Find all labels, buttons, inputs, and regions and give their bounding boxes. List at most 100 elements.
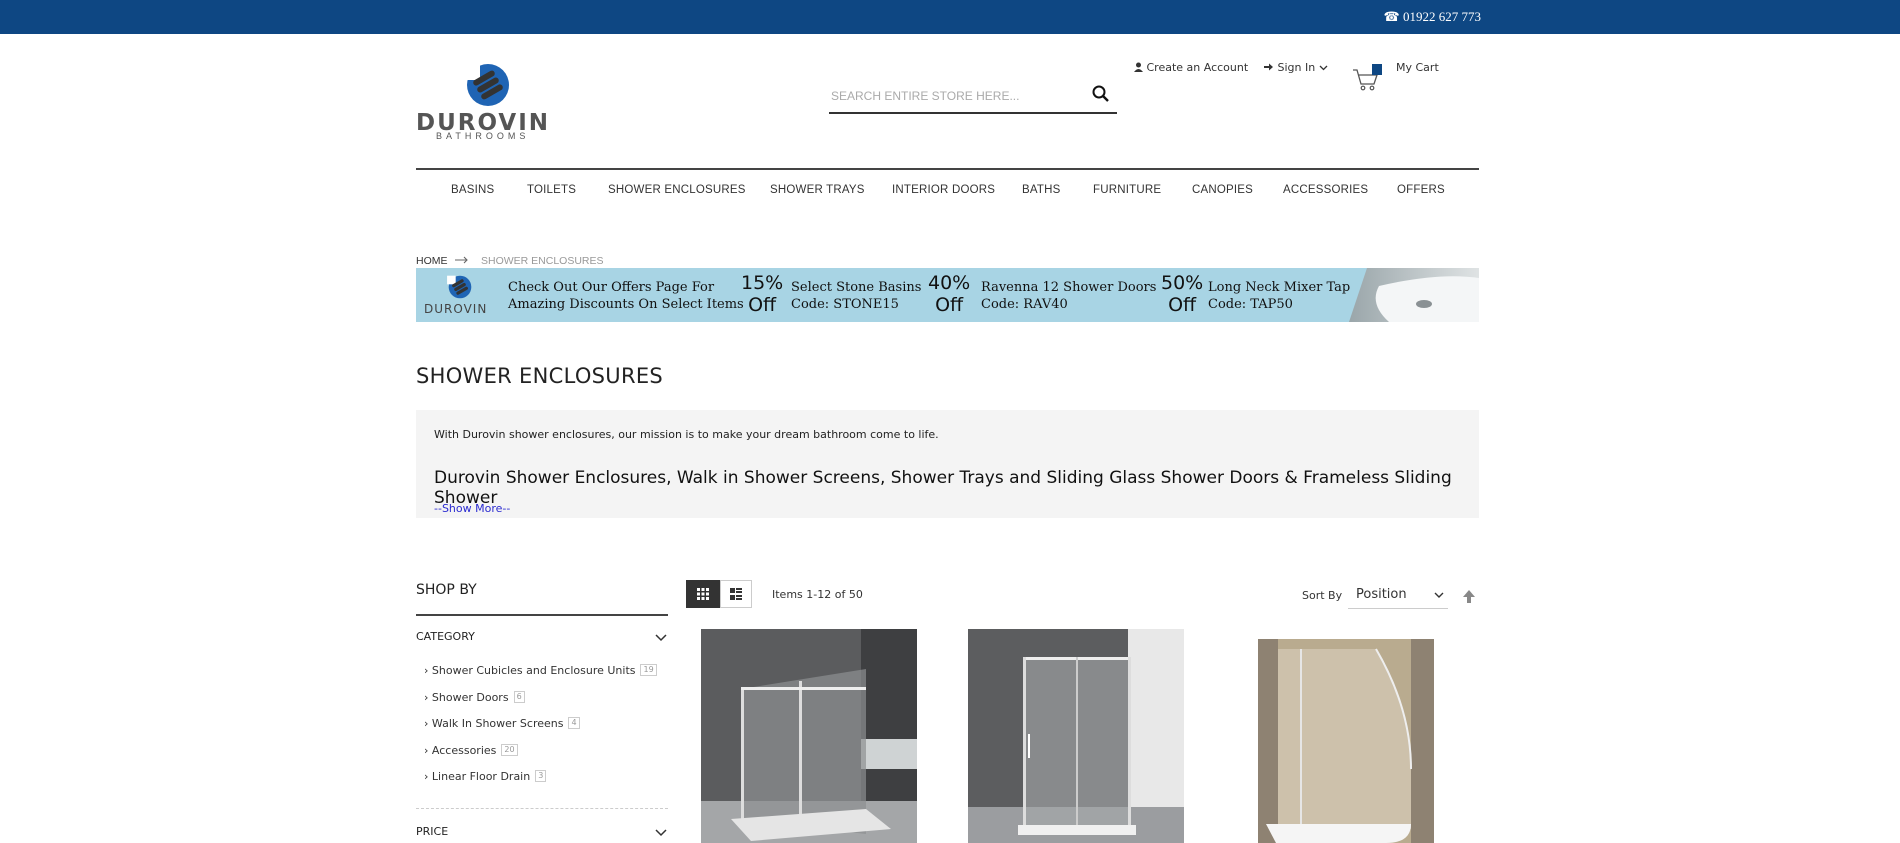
nav-item-baths[interactable]: BATHS	[1022, 184, 1061, 196]
nav-item-offers[interactable]: OFFERS	[1397, 184, 1445, 196]
search-input[interactable]	[829, 84, 1083, 108]
shop-by-divider	[416, 614, 668, 616]
offer-2-item: Ravenna 12 Shower Doors	[981, 280, 1157, 295]
phone-number[interactable]: ☎ 01922 627 773	[1384, 9, 1481, 25]
nav-item-toilets[interactable]: TOILETS	[527, 184, 576, 196]
main-nav: BASINS TOILETS SHOWER ENCLOSURES SHOWER …	[416, 184, 1479, 204]
sort-value: Position	[1356, 587, 1407, 602]
offer-2-badge: 40% Off	[928, 272, 970, 316]
category-count: 20	[501, 744, 518, 756]
offer-2-off: Off	[935, 294, 964, 316]
logo-sub-text: BATHROOMS	[436, 131, 530, 141]
show-more-link[interactable]: --Show More--	[434, 502, 510, 515]
chevron-down-icon[interactable]	[655, 634, 667, 642]
banner-logo: DUROVIN	[424, 272, 494, 318]
grid-view-button[interactable]	[686, 580, 720, 608]
logo-mark-icon	[464, 64, 509, 106]
page-title: SHOWER ENCLOSURES	[416, 364, 664, 388]
category-filter-title[interactable]: CATEGORY	[416, 630, 475, 643]
description-intro: With Durovin shower enclosures, our miss…	[434, 428, 939, 441]
category-label: Accessories	[431, 744, 497, 757]
cart-label[interactable]: My Cart	[1396, 61, 1439, 74]
category-label: Linear Floor Drain	[431, 770, 531, 783]
product-image[interactable]	[701, 629, 917, 843]
nav-item-canopies[interactable]: CANOPIES	[1192, 184, 1253, 196]
chevron-right-icon: ›	[424, 691, 429, 704]
category-item[interactable]: › Shower Cubicles and Enclosure Units 19	[424, 664, 657, 677]
arrow-right-icon	[455, 256, 468, 264]
banner-logo-text: DUROVIN	[424, 302, 488, 316]
chevron-right-icon: ›	[424, 770, 429, 783]
category-count: 6	[513, 691, 525, 703]
offer-3-item: Long Neck Mixer Tap	[1208, 280, 1351, 295]
search-bar	[829, 78, 1117, 114]
category-label: Shower Doors	[431, 691, 509, 704]
sort-direction-icon[interactable]	[1462, 588, 1476, 604]
offer-3-badge: 50% Off	[1161, 272, 1203, 316]
offer-1-badge: 15% Off	[741, 272, 783, 316]
offer-1-item: Select Stone Basins	[791, 280, 922, 295]
sort-select[interactable]: Position	[1348, 582, 1448, 609]
chevron-right-icon: ›	[424, 744, 429, 757]
logo-mark-icon	[447, 275, 472, 299]
list-view-button[interactable]	[720, 580, 752, 608]
sink-image	[1349, 268, 1479, 322]
offer-3-code: Code: TAP50	[1208, 297, 1293, 312]
product-image[interactable]	[1236, 629, 1452, 843]
nav-item-furniture[interactable]: FURNITURE	[1093, 184, 1161, 196]
shower-enclosure-image	[701, 629, 917, 843]
user-icon	[1134, 62, 1143, 72]
offer-1-code: Code: STONE15	[791, 297, 899, 312]
category-item[interactable]: › Accessories 20	[424, 744, 518, 757]
offer-3-text: Long Neck Mixer Tap Code: TAP50	[1208, 279, 1350, 313]
offer-3-off: Off	[1168, 294, 1197, 316]
chevron-down-icon[interactable]	[655, 829, 667, 837]
site-logo[interactable]: DUROVIN BATHROOMS	[416, 60, 566, 142]
promo-banner[interactable]: DUROVIN Check Out Our Offers Page For Am…	[416, 268, 1479, 322]
nav-item-interior-doors[interactable]: INTERIOR DOORS	[892, 184, 995, 196]
shower-enclosure-image	[968, 629, 1184, 843]
category-item[interactable]: › Linear Floor Drain 3	[424, 770, 547, 783]
list-icon	[730, 588, 742, 600]
offer-2-percent: 40%	[928, 272, 971, 294]
description-heading: Durovin Shower Enclosures, Walk in Showe…	[434, 468, 1452, 508]
category-item[interactable]: › Walk In Shower Screens 4	[424, 717, 580, 730]
sign-in-icon	[1264, 63, 1273, 71]
nav-item-shower-enclosures[interactable]: SHOWER ENCLOSURES	[608, 184, 746, 196]
shower-enclosure-image	[1236, 629, 1452, 843]
create-account-label: Create an Account	[1146, 61, 1249, 74]
sign-in-label: Sign In	[1277, 61, 1316, 74]
offer-2-code: Code: RAV40	[981, 297, 1068, 312]
offer-1-off: Off	[748, 294, 777, 316]
nav-divider	[416, 168, 1479, 170]
product-image[interactable]	[968, 629, 1184, 843]
search-icon[interactable]	[1091, 84, 1111, 104]
create-account-link[interactable]: Create an Account	[1134, 61, 1248, 74]
breadcrumb-home[interactable]: HOME	[416, 255, 448, 267]
offer-1-text: Select Stone Basins Code: STONE15	[791, 279, 921, 313]
nav-item-accessories[interactable]: ACCESSORIES	[1283, 184, 1368, 196]
category-label: Walk In Shower Screens	[431, 717, 564, 730]
grid-icon	[697, 588, 709, 600]
banner-message-line2: Amazing Discounts On Select Items	[508, 297, 744, 312]
chevron-down-icon	[1434, 592, 1444, 598]
offer-2-text: Ravenna 12 Shower Doors Code: RAV40	[981, 279, 1156, 313]
nav-item-basins[interactable]: BASINS	[451, 184, 494, 196]
category-label: Shower Cubicles and Enclosure Units	[431, 664, 636, 677]
nav-item-shower-trays[interactable]: SHOWER TRAYS	[770, 184, 865, 196]
chevron-right-icon: ›	[424, 717, 429, 730]
price-filter-title[interactable]: PRICE	[416, 825, 448, 838]
items-count: Items 1-12 of 50	[772, 588, 863, 601]
category-count: 4	[568, 717, 580, 729]
cart-icon[interactable]	[1352, 62, 1382, 92]
sort-by-label: Sort By	[1302, 589, 1343, 602]
category-count: 3	[535, 770, 547, 782]
banner-message: Check Out Our Offers Page For Amazing Di…	[508, 279, 744, 313]
offer-3-percent: 50%	[1161, 272, 1204, 294]
category-item[interactable]: › Shower Doors 6	[424, 691, 525, 704]
banner-message-line1: Check Out Our Offers Page For	[508, 280, 715, 295]
shop-by-title: SHOP BY	[416, 582, 477, 598]
chevron-down-icon	[1319, 65, 1328, 71]
offer-1-percent: 15%	[741, 272, 784, 294]
sign-in-link[interactable]: Sign In	[1264, 61, 1328, 74]
